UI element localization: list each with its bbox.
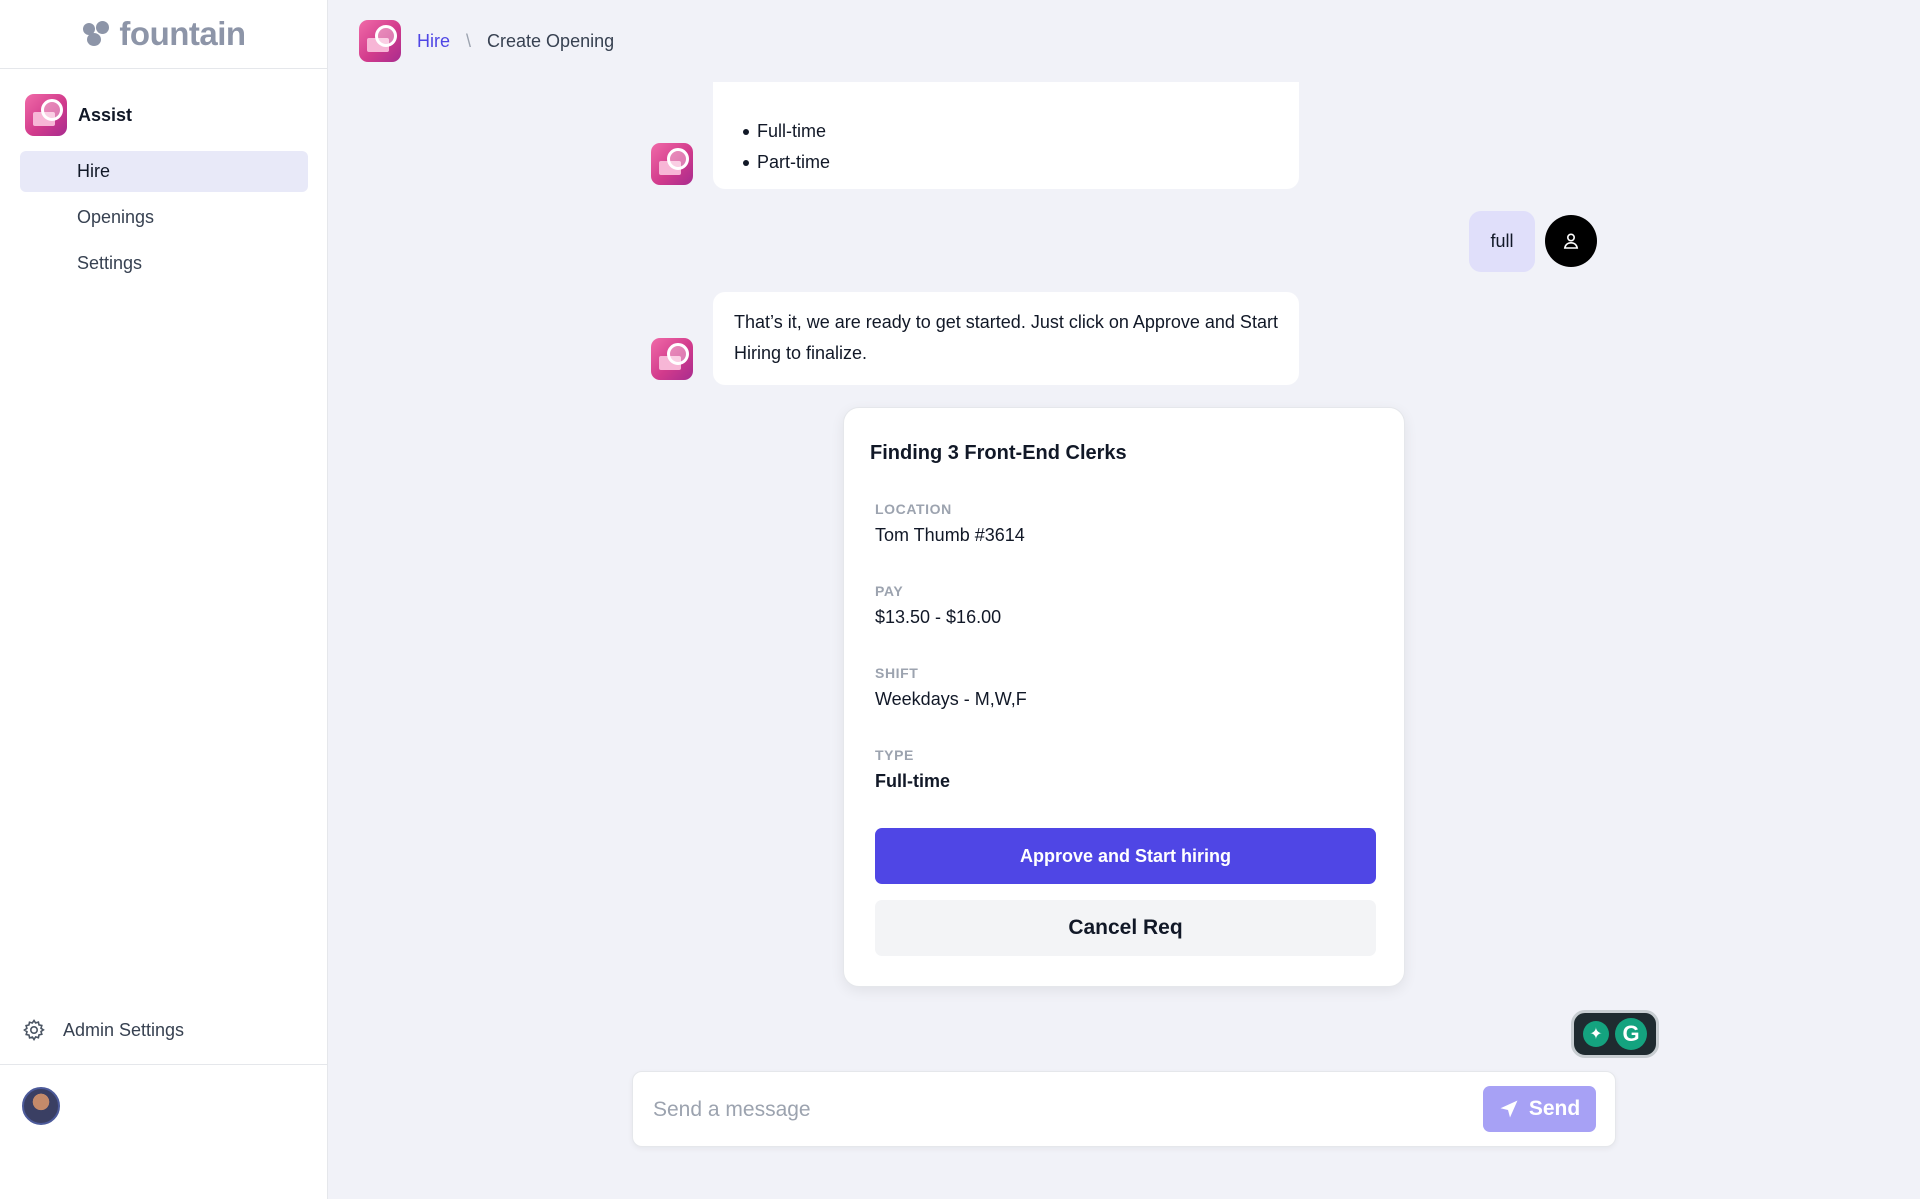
bot-avatar-icon [651, 143, 693, 185]
bot-avatar-icon [651, 338, 693, 380]
breadcrumb: Hire \ Create Opening [359, 20, 614, 62]
sidebar-divider [0, 1064, 328, 1065]
sidebar-item-settings[interactable]: Settings [20, 243, 308, 284]
field-label: LOCATION [875, 501, 952, 517]
message-input[interactable] [653, 1092, 1433, 1128]
bot-message-final: That’s it, we are ready to get started. … [713, 292, 1299, 385]
field-value: Weekdays - M,W,F [875, 689, 1027, 709]
sidebar-item-hire[interactable]: Hire [20, 151, 308, 192]
user-person-icon [1545, 215, 1597, 267]
field-value: $13.50 - $16.00 [875, 607, 1002, 627]
option-item: Part-time [740, 147, 1279, 178]
pay-field: PAY $13.50 - $16.00 [875, 583, 1001, 628]
assist-header[interactable]: Assist [25, 94, 132, 136]
user-message: full [1469, 211, 1535, 272]
options-list: Full-time Part-time [740, 116, 1279, 178]
field-value: Tom Thumb #3614 [875, 525, 1025, 545]
field-label: SHIFT [875, 665, 919, 681]
opening-summary-card: Finding 3 Front-End Clerks LOCATION Tom … [843, 407, 1405, 987]
bot-message-options: Full-time Part-time [713, 82, 1299, 189]
send-button[interactable]: Send [1483, 1086, 1596, 1132]
approve-start-hiring-button[interactable]: Approve and Start hiring [875, 828, 1376, 884]
fountain-logo-icon [81, 21, 111, 47]
sidebar-item-openings[interactable]: Openings [20, 197, 308, 238]
breadcrumb-hire-link[interactable]: Hire [417, 31, 450, 52]
admin-settings-label: Admin Settings [63, 1019, 185, 1040]
field-label: TYPE [875, 747, 914, 763]
assist-app-icon [25, 94, 67, 136]
gear-icon [23, 1019, 45, 1041]
grammarly-widget[interactable]: ✦ G [1571, 1010, 1659, 1058]
location-field: LOCATION Tom Thumb #3614 [875, 501, 1025, 546]
shift-field: SHIFT Weekdays - M,W,F [875, 665, 1027, 710]
send-label: Send [1528, 1097, 1581, 1120]
field-label: PAY [875, 583, 904, 599]
sidebar: fountain Assist Hire Openings Settings A… [0, 0, 328, 1199]
paper-plane-icon [1500, 1100, 1518, 1118]
card-title: Finding 3 Front-End Clerks [870, 442, 1127, 464]
field-value: Full-time [875, 771, 950, 791]
cancel-req-button[interactable]: Cancel Req [875, 900, 1376, 956]
sparkle-icon[interactable]: ✦ [1583, 1021, 1609, 1047]
option-item: Full-time [740, 116, 1279, 147]
assist-label: Assist [78, 104, 133, 125]
brand-name: fountain [119, 15, 246, 52]
message-composer: Send [632, 1071, 1616, 1147]
type-field: TYPE Full-time [875, 747, 950, 792]
brand-logo[interactable]: fountain [0, 0, 327, 69]
user-avatar[interactable] [22, 1087, 60, 1125]
sidebar-nav: Hire Openings Settings [20, 151, 308, 289]
breadcrumb-separator: \ [466, 30, 472, 51]
breadcrumb-app-icon [359, 20, 401, 62]
breadcrumb-current: Create Opening [487, 30, 615, 51]
grammarly-icon[interactable]: G [1615, 1018, 1647, 1050]
admin-settings-link[interactable]: Admin Settings [22, 1018, 184, 1042]
